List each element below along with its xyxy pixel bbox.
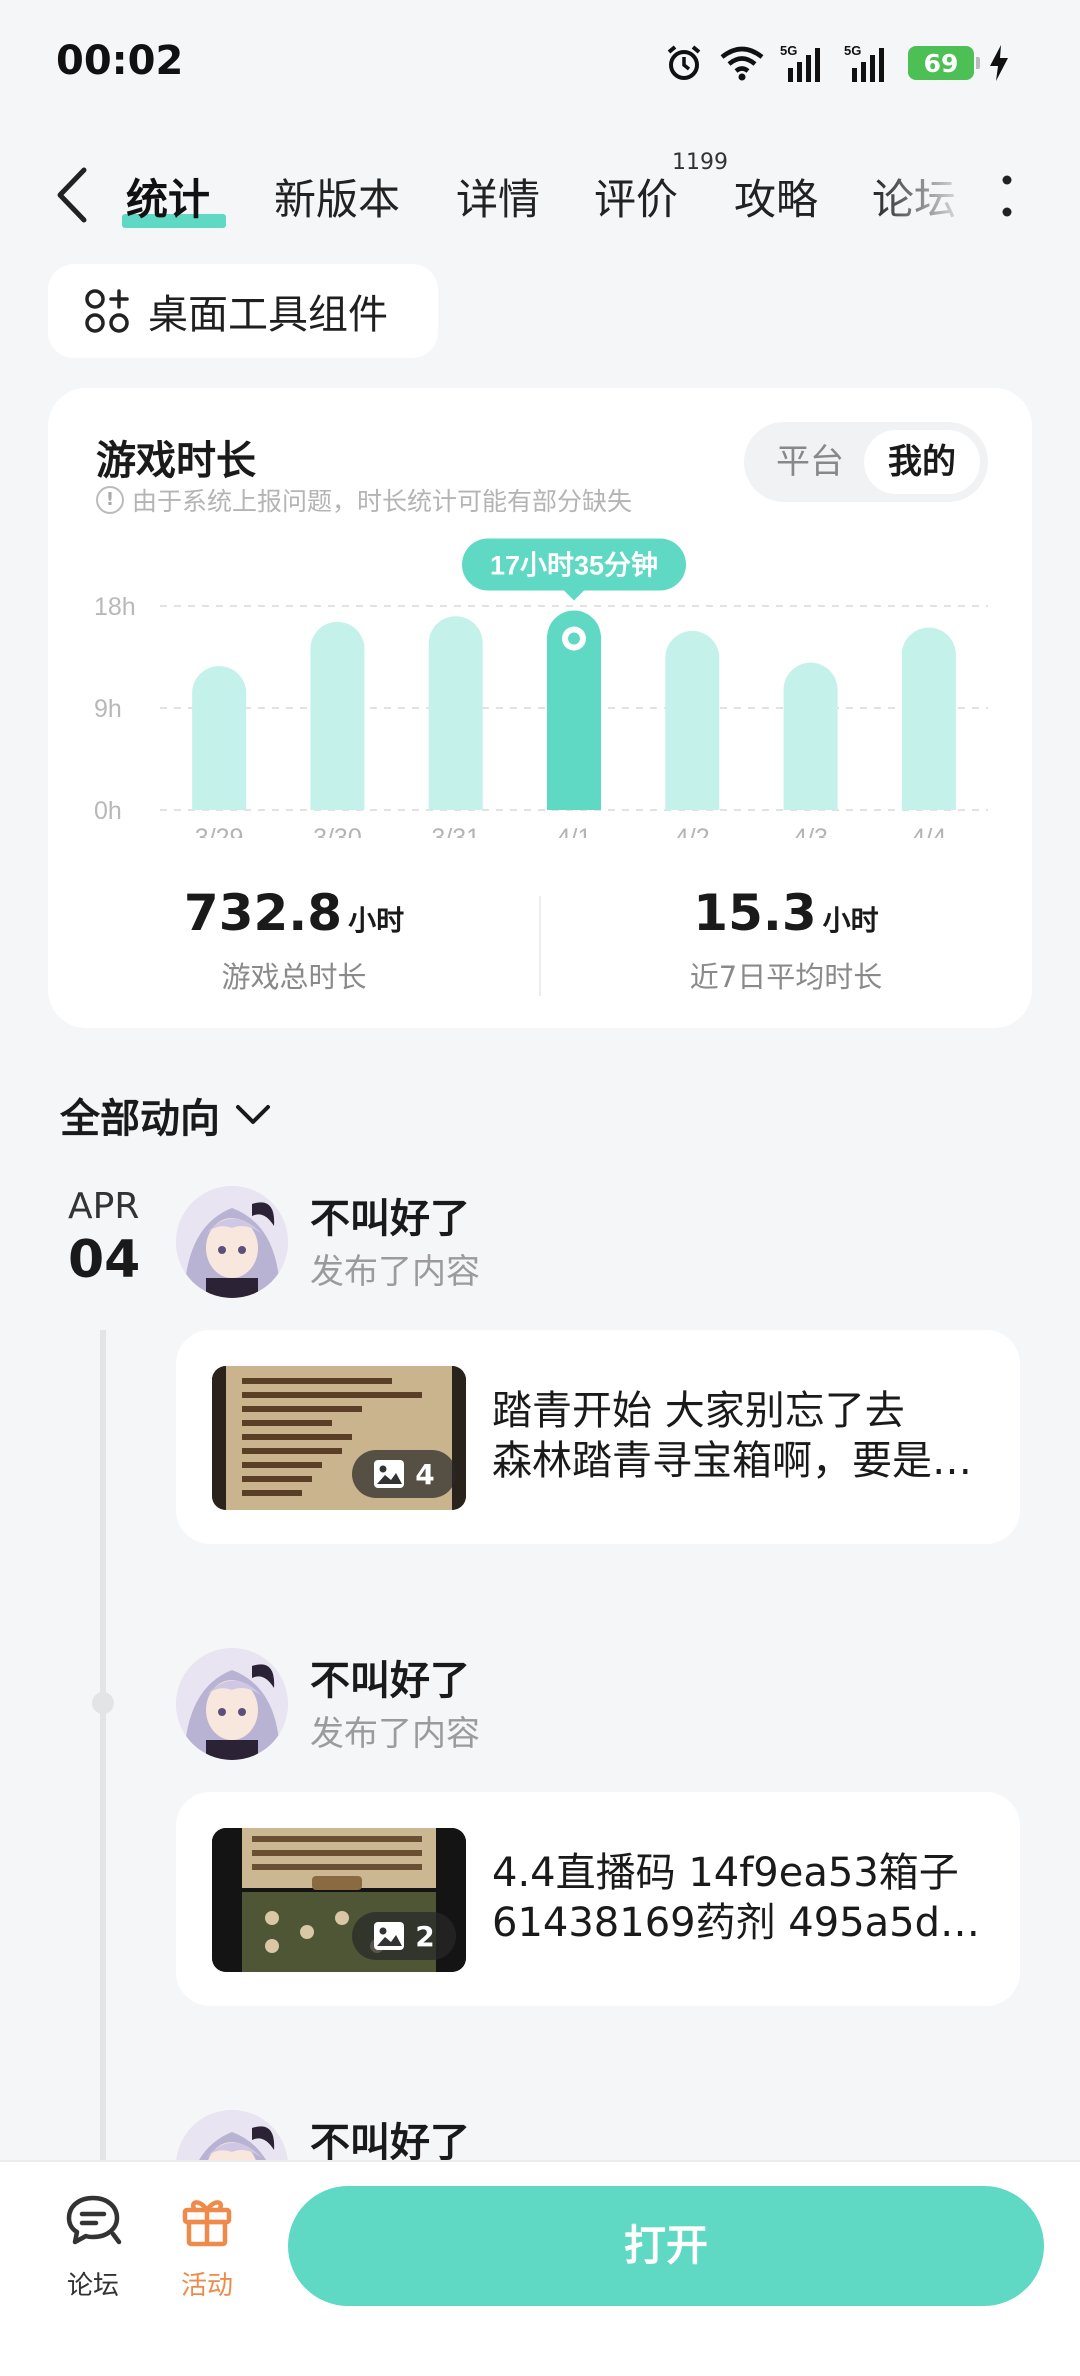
post-card[interactable]: 4 踏青开始 大家别忘了去 森林踏青寻宝箱啊，要是… (176, 1330, 1020, 1544)
timeline-month: APR (68, 1186, 140, 1227)
source-segmented-control: 平台 我的 (744, 422, 988, 502)
x-tick-label: 4/1 (557, 824, 592, 838)
y-tick-label: 0h (94, 797, 122, 825)
average-playtime-value: 15.3 (693, 884, 817, 942)
gift-icon (182, 2200, 232, 2247)
post-username[interactable]: 不叫好了 (310, 1186, 470, 1244)
chart-bar (192, 666, 247, 810)
tab-guides[interactable]: 攻略 (734, 166, 818, 227)
playtime-note-text: 由于系统上报问题，时长统计可能有部分缺失 (132, 487, 633, 516)
post-text-line: 踏青开始 大家别忘了去 (492, 1388, 905, 1434)
average-playtime-unit: 小时 (822, 904, 879, 937)
chart-bar (310, 621, 365, 810)
svg-text:5G: 5G (844, 43, 861, 58)
chart-bar (428, 616, 483, 810)
top-tab-bar: 统计 新版本 详情 评价 1199 攻略 论坛 (0, 150, 1080, 240)
post-thumbnail[interactable]: 4 (212, 1366, 466, 1510)
playtime-card: 游戏时长 ! 由于系统上报问题，时长统计可能有部分缺失 平台 我的 18h 9h 0… (48, 388, 1032, 1028)
timeline-dot (92, 1692, 114, 1714)
signal-5g-icon: 5G (844, 43, 884, 82)
nav-forum[interactable]: 论坛 (38, 2190, 148, 2302)
battery-indicator: 69 (908, 46, 980, 80)
x-tick-label: 3/29 (195, 824, 244, 838)
post-text: 4.4直播码 14f9ea53箱子 61438169药剂 495a5dc… (492, 1848, 992, 1948)
segment-mine[interactable]: 我的 (864, 430, 980, 494)
total-playtime-stat: 732.8 小时 游戏总时长 (48, 884, 540, 996)
tab-stats[interactable]: 统计 (126, 166, 210, 227)
total-playtime-value: 732.8 (183, 884, 343, 942)
post-text: 踏青开始 大家别忘了去 森林踏青寻宝箱啊，要是… (492, 1386, 992, 1486)
image-count-badge: 4 (352, 1450, 456, 1498)
chart-bar (783, 662, 838, 810)
back-arrow-icon[interactable] (50, 162, 96, 228)
desktop-widget-button[interactable]: 桌面工具组件 (48, 264, 438, 358)
charging-icon (990, 45, 1008, 81)
y-tick-label: 18h (94, 593, 136, 621)
tab-new-version[interactable]: 新版本 (274, 166, 400, 227)
y-tick-label: 9h (94, 695, 122, 723)
post-username[interactable]: 不叫好了 (310, 1648, 470, 1706)
x-tick-label: 3/30 (313, 824, 362, 838)
x-tick-label: 4/4 (911, 824, 946, 838)
playtime-bar-chart: 18h 9h 0h 3/29 3/30 3/31 4/1 17小时35分钟 4/2 4/3 4/4 (94, 538, 988, 838)
image-icon (374, 1460, 405, 1488)
svg-text:5G: 5G (780, 43, 797, 58)
tab-details[interactable]: 详情 (456, 166, 540, 227)
image-count: 2 (415, 1919, 435, 1953)
tab-fade-overlay (872, 150, 982, 240)
x-tick-label: 4/2 (675, 824, 710, 838)
highlight-marker-dot (568, 632, 580, 645)
post-text-line: 森林踏青寻宝箱啊，要是… (492, 1438, 972, 1484)
widget-button-label: 桌面工具组件 (148, 292, 388, 338)
activity-filter-dropdown[interactable]: 全部动向 (60, 1086, 272, 1144)
info-icon: ! (96, 486, 124, 514)
chart-tooltip-text: 17小时35分钟 (490, 551, 658, 581)
post-action: 发布了内容 (310, 1714, 480, 1754)
timeline-day: 04 (68, 1230, 141, 1290)
open-game-button[interactable]: 打开 (288, 2186, 1044, 2306)
post-text-line: 61438169药剂 495a5dc… (492, 1900, 992, 1946)
widget-grid-icon (85, 289, 129, 333)
reviews-count-badge: 1199 (672, 150, 728, 175)
post-action: 发布了内容 (310, 1252, 480, 1292)
segment-platform[interactable]: 平台 (752, 430, 868, 494)
more-vertical-icon[interactable] (994, 172, 1020, 220)
nav-forum-label: 论坛 (66, 2271, 119, 2301)
nav-activity[interactable]: 活动 (152, 2190, 262, 2302)
avatar[interactable] (176, 1186, 288, 1298)
average-playtime-stat: 15.3 小时 近7日平均时长 (540, 884, 1032, 996)
avatar[interactable] (176, 1648, 288, 1760)
post-thumbnail[interactable]: 2 (212, 1828, 466, 1972)
timeline-line (100, 1330, 106, 2230)
wifi-icon (720, 46, 764, 81)
signal-5g-icon: 5G (780, 43, 820, 82)
forum-icon (66, 2195, 122, 2245)
chart-bar (665, 630, 720, 810)
activity-filter-label: 全部动向 (60, 1096, 220, 1142)
image-count-badge: 2 (352, 1912, 456, 1960)
post-text-line: 4.4直播码 14f9ea53箱子 (492, 1850, 959, 1896)
x-tick-label: 3/31 (431, 824, 480, 838)
chart-bar (901, 627, 956, 810)
tab-reviews[interactable]: 评价 (594, 166, 678, 227)
total-playtime-caption: 游戏总时长 (221, 960, 367, 994)
playtime-note: ! 由于系统上报问题，时长统计可能有部分缺失 (96, 482, 632, 518)
status-icons: 5G 5G 69 (664, 40, 1010, 86)
x-tick-label: 4/3 (793, 824, 828, 838)
average-playtime-caption: 近7日平均时长 (689, 960, 883, 994)
nav-activity-label: 活动 (180, 2271, 233, 2301)
status-time: 00:02 (56, 38, 184, 84)
chevron-down-icon (236, 1105, 270, 1124)
chart-tooltip-pointer (564, 590, 584, 601)
bottom-action-bar: 论坛 活动 打开 (0, 2160, 1080, 2376)
playtime-title: 游戏时长 (96, 438, 256, 484)
post-card[interactable]: 2 4.4直播码 14f9ea53箱子 61438169药剂 495a5dc… (176, 1792, 1020, 2006)
image-icon (374, 1922, 405, 1950)
image-count: 4 (415, 1457, 435, 1491)
status-bar: 00:02 5G 5G 69 (0, 0, 1080, 120)
alarm-icon (667, 45, 701, 80)
total-playtime-unit: 小时 (348, 904, 405, 937)
